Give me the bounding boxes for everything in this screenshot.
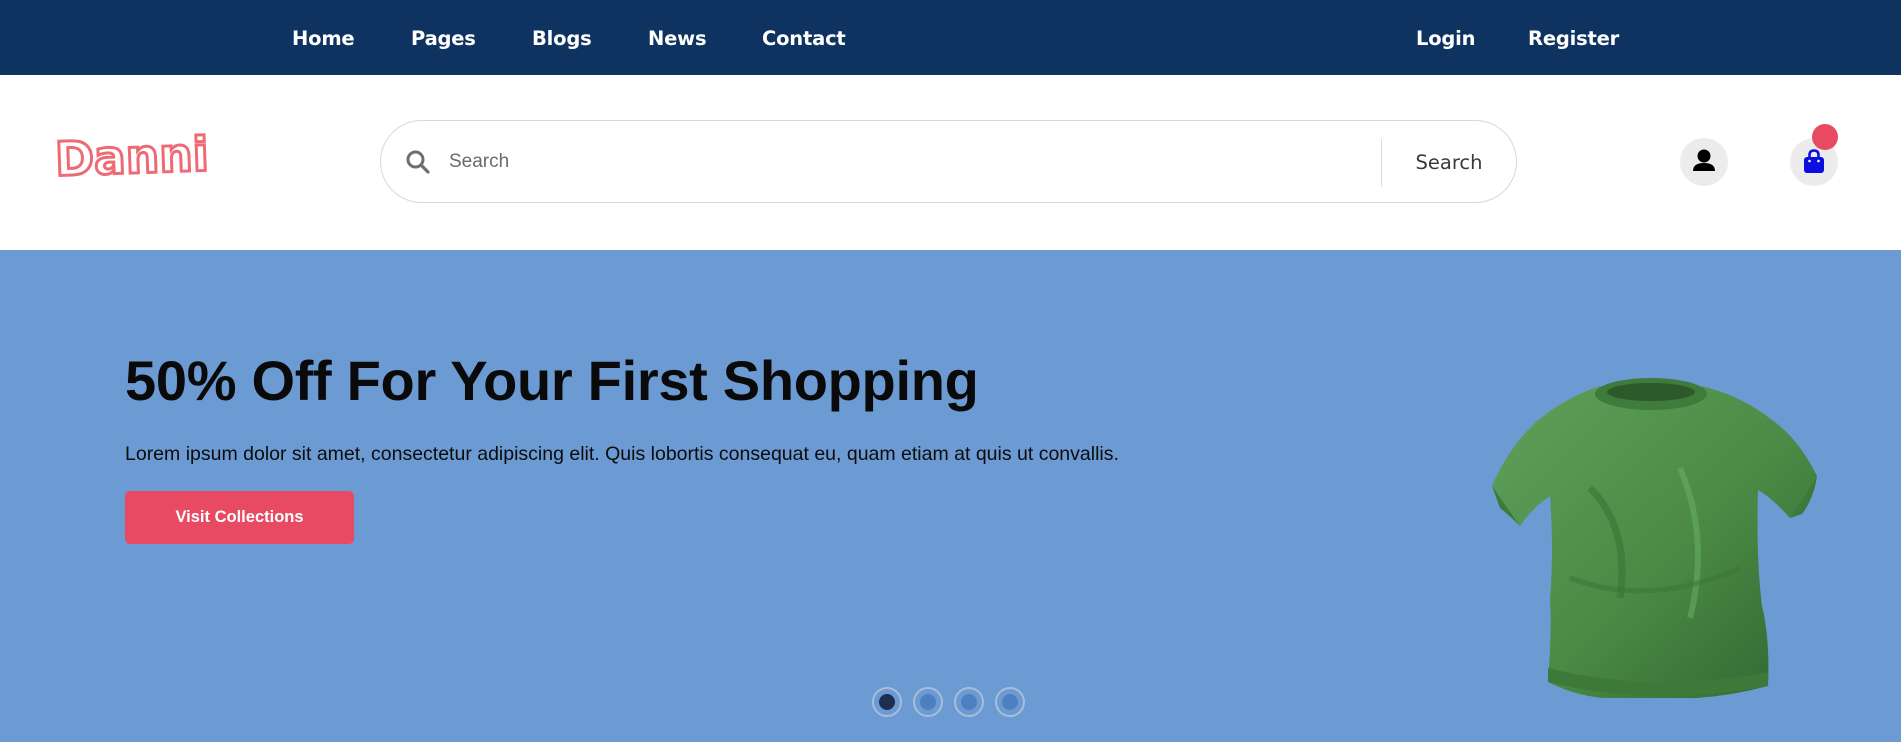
user-icon — [1693, 149, 1715, 171]
cart-count-badge — [1812, 124, 1838, 150]
carousel-dot-2[interactable] — [913, 687, 943, 717]
nav-link-pages[interactable]: Pages — [411, 0, 476, 75]
hero-description: Lorem ipsum dolor sit amet, consectetur … — [125, 443, 1119, 465]
brand-logo[interactable]: Danni — [53, 126, 212, 189]
search-input[interactable] — [449, 139, 1349, 185]
green-tshirt-image — [1492, 378, 1817, 698]
search-icon — [406, 150, 430, 174]
search-button[interactable]: Search — [1382, 121, 1516, 202]
nav-link-blogs[interactable]: Blogs — [532, 0, 592, 75]
site-header: Danni Search — [0, 75, 1901, 250]
carousel-dot-3[interactable] — [954, 687, 984, 717]
carousel-dot-1[interactable] — [872, 687, 902, 717]
search-bar: Search — [380, 120, 1517, 203]
login-link[interactable]: Login — [1416, 0, 1476, 75]
nav-link-contact[interactable]: Contact — [762, 0, 846, 75]
nav-link-news[interactable]: News — [648, 0, 707, 75]
register-link[interactable]: Register — [1528, 0, 1619, 75]
top-navigation-bar: Home Pages Blogs News Contact Login Regi… — [0, 0, 1901, 75]
hero-title: 50% Off For Your First Shopping — [125, 349, 979, 412]
hero-banner: 50% Off For Your First Shopping Lorem ip… — [0, 250, 1901, 742]
carousel-dot-4[interactable] — [995, 687, 1025, 717]
account-button[interactable] — [1680, 138, 1728, 186]
nav-link-home[interactable]: Home — [292, 0, 355, 75]
visit-collections-button[interactable]: Visit Collections — [125, 491, 354, 544]
